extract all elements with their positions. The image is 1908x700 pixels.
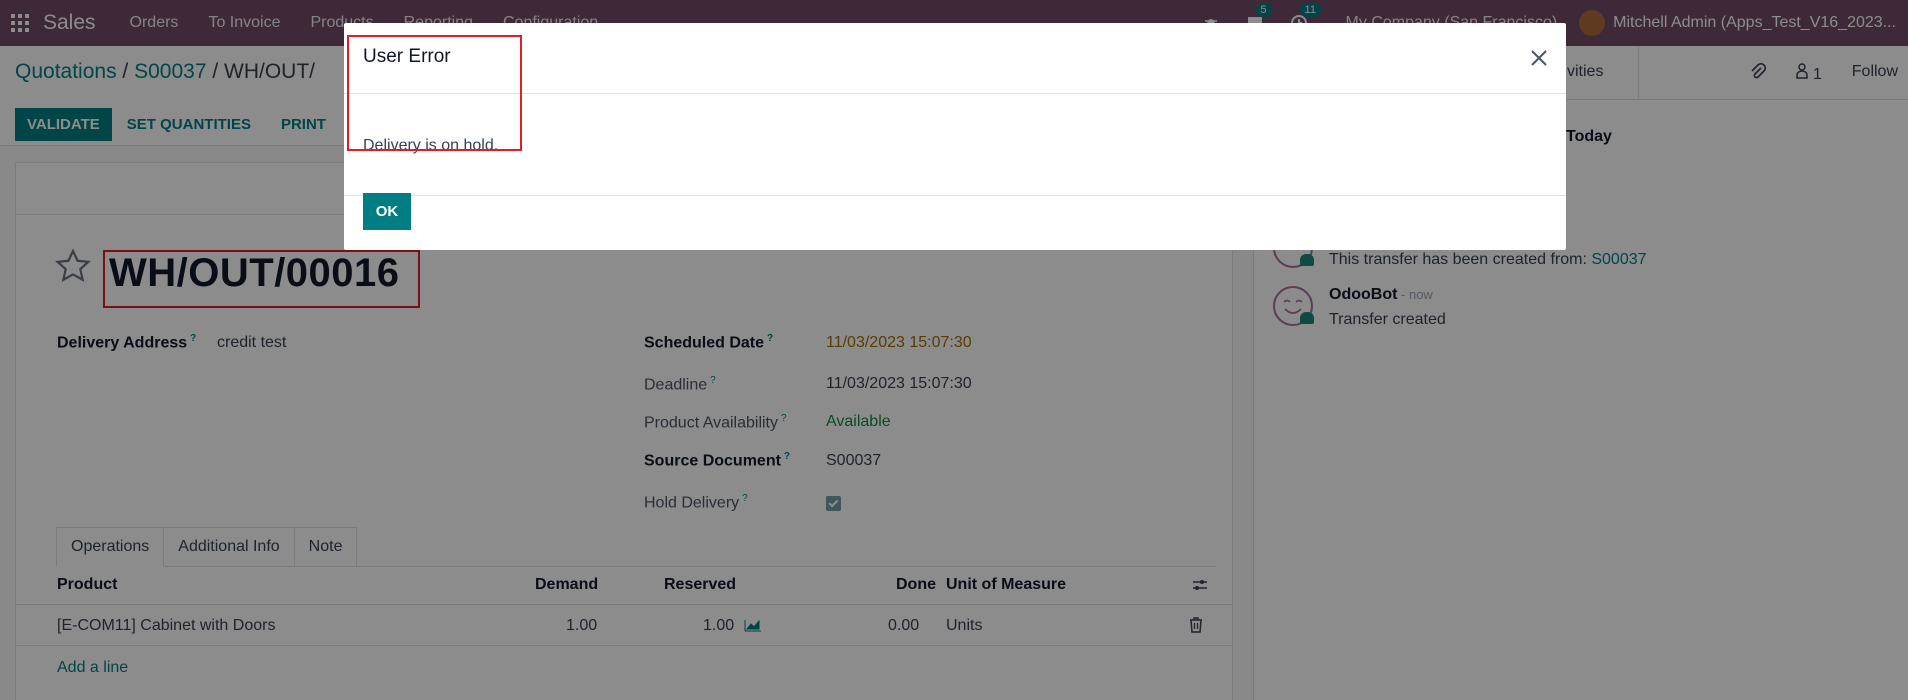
close-icon[interactable] bbox=[1526, 45, 1552, 71]
dialog-header: User Error bbox=[344, 23, 1566, 94]
highlight-box bbox=[347, 35, 522, 151]
ok-button[interactable]: OK bbox=[363, 193, 411, 230]
dialog-body: Delivery is on hold. bbox=[344, 95, 1566, 196]
error-dialog: User Error Delivery is on hold. OK bbox=[344, 23, 1566, 250]
